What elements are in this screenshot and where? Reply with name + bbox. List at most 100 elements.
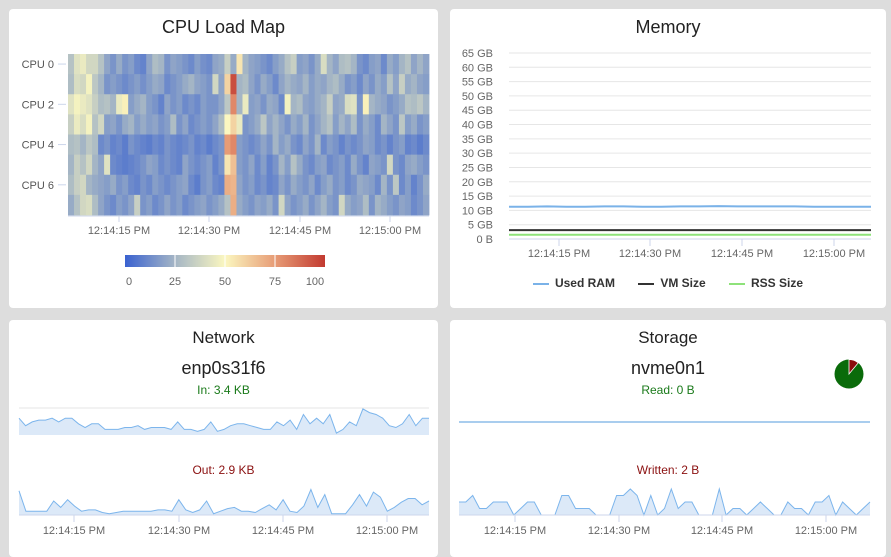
heatmap-cell bbox=[344, 74, 352, 95]
heatmap-cell bbox=[290, 194, 298, 216]
memory-y-tick-label: 10 GB bbox=[462, 205, 493, 217]
heatmap-cell bbox=[218, 74, 225, 95]
heatmap-cell bbox=[326, 134, 334, 156]
heatmap-cell bbox=[182, 114, 189, 135]
network-out-area-fill bbox=[19, 489, 429, 515]
heatmap-cell bbox=[230, 154, 237, 176]
heatmap-cell bbox=[110, 134, 117, 156]
legend-used-ram[interactable]: Used RAM bbox=[532, 276, 615, 290]
heatmap-cell bbox=[278, 174, 285, 196]
colorbar-tick-label: 100 bbox=[306, 276, 324, 288]
heatmap-cell bbox=[332, 174, 340, 196]
heatmap-cell bbox=[278, 54, 285, 75]
heatmap-cell bbox=[164, 74, 171, 95]
heatmap-cell bbox=[356, 154, 364, 176]
heatmap-cell bbox=[266, 74, 273, 95]
heatmap-cell bbox=[188, 134, 195, 156]
heatmap-cell bbox=[272, 154, 279, 176]
heatmap-cell bbox=[368, 74, 376, 95]
heatmap-cell bbox=[404, 134, 412, 156]
heatmap-cell bbox=[362, 134, 370, 156]
heatmap-cell bbox=[206, 114, 213, 135]
heatmap-cell bbox=[242, 194, 249, 216]
heatmap-cell bbox=[386, 114, 394, 135]
heatmap-cell bbox=[86, 194, 93, 216]
heatmap-cell bbox=[410, 134, 418, 156]
heatmap-cell bbox=[344, 154, 352, 176]
heatmap-cell bbox=[284, 174, 292, 196]
heatmap-cell bbox=[338, 134, 346, 156]
memory-y-tick-label: 25 GB bbox=[462, 162, 493, 174]
heatmap-cell bbox=[350, 54, 358, 75]
heatmap-cell bbox=[308, 74, 316, 95]
heatmap-cell bbox=[182, 94, 189, 115]
heatmap-cell bbox=[218, 174, 225, 196]
heatmap-cell bbox=[200, 94, 207, 115]
heatmap-cell bbox=[170, 94, 177, 115]
heatmap-cell bbox=[362, 94, 370, 115]
heatmap-cell bbox=[248, 134, 255, 156]
heatmap-cell bbox=[170, 194, 177, 216]
heatmap-cell bbox=[320, 114, 328, 135]
heatmap-cell bbox=[116, 134, 123, 156]
heatmap-cell bbox=[248, 74, 255, 95]
heatmap-cell bbox=[290, 114, 298, 135]
heatmap-cell bbox=[128, 154, 135, 176]
heatmap-cell bbox=[158, 194, 165, 216]
legend-rss-size[interactable]: RSS Size bbox=[729, 276, 803, 290]
heatmap-cell bbox=[152, 54, 159, 75]
heatmap-cell bbox=[410, 74, 418, 95]
heatmap-cell bbox=[326, 54, 334, 75]
heatmap-cell bbox=[242, 74, 249, 95]
heatmap-cell bbox=[416, 194, 424, 216]
heatmap-cell bbox=[308, 114, 316, 135]
heatmap-cell bbox=[74, 174, 81, 196]
heatmap-cell bbox=[68, 54, 75, 75]
heatmap-cell bbox=[314, 174, 322, 196]
heatmap-cell bbox=[146, 114, 153, 135]
memory-panel: Memory 65 GB 60 GB 55 GB 50 GB 45 GB 40 GB 35 … bbox=[450, 9, 886, 308]
heatmap-cell bbox=[290, 174, 298, 196]
heatmap-cell bbox=[302, 94, 310, 115]
heatmap-cell bbox=[146, 134, 153, 156]
heatmap-cell bbox=[248, 54, 255, 75]
heatmap-cell bbox=[122, 194, 129, 216]
heatmap-cell bbox=[332, 114, 340, 135]
heatmap-cell bbox=[380, 154, 388, 176]
heatmap-cell bbox=[164, 174, 171, 196]
heatmap-cell bbox=[188, 94, 195, 115]
heatmap-cell bbox=[338, 174, 346, 196]
heatmap-cell bbox=[278, 74, 285, 95]
heatmap-cell bbox=[284, 134, 292, 156]
heatmap-cell bbox=[344, 174, 352, 196]
heatmap-cell bbox=[170, 74, 177, 95]
memory-x-tick-label: 12:14:45 PM bbox=[711, 248, 773, 260]
heatmap-cell bbox=[236, 194, 243, 216]
heatmap-cell bbox=[314, 94, 322, 115]
heatmap-cell bbox=[200, 194, 207, 216]
memory-y-tick-label: 65 GB bbox=[462, 48, 493, 60]
heatmap-cell bbox=[194, 74, 201, 95]
heatmap-cell bbox=[224, 194, 231, 216]
heatmap-cell bbox=[122, 94, 129, 115]
heatmap-cell bbox=[284, 194, 292, 216]
heatmap-cell bbox=[254, 174, 261, 196]
legend-vm-size[interactable]: VM Size bbox=[638, 276, 706, 290]
heatmap-cell bbox=[290, 54, 298, 75]
heatmap-cell bbox=[350, 154, 358, 176]
heatmap-cell bbox=[128, 94, 135, 115]
heatmap-cell bbox=[170, 134, 177, 156]
heatmap-cell bbox=[386, 94, 394, 115]
heatmap-cell bbox=[386, 174, 394, 196]
heatmap-cell bbox=[230, 114, 237, 135]
heatmap-cell bbox=[368, 54, 376, 75]
memory-line-chart: 65 GB 60 GB 55 GB 50 GB 45 GB 40 GB 35 GB 30 GB… bbox=[462, 48, 871, 260]
heatmap-cell bbox=[284, 154, 292, 176]
heatmap-cell bbox=[104, 114, 111, 135]
heatmap-cell bbox=[200, 54, 207, 75]
heatmap-cell bbox=[338, 154, 346, 176]
heatmap-cell bbox=[152, 154, 159, 176]
heatmap-cell bbox=[128, 54, 135, 75]
heatmap-cell bbox=[236, 94, 243, 115]
heatmap-cell bbox=[80, 134, 87, 156]
